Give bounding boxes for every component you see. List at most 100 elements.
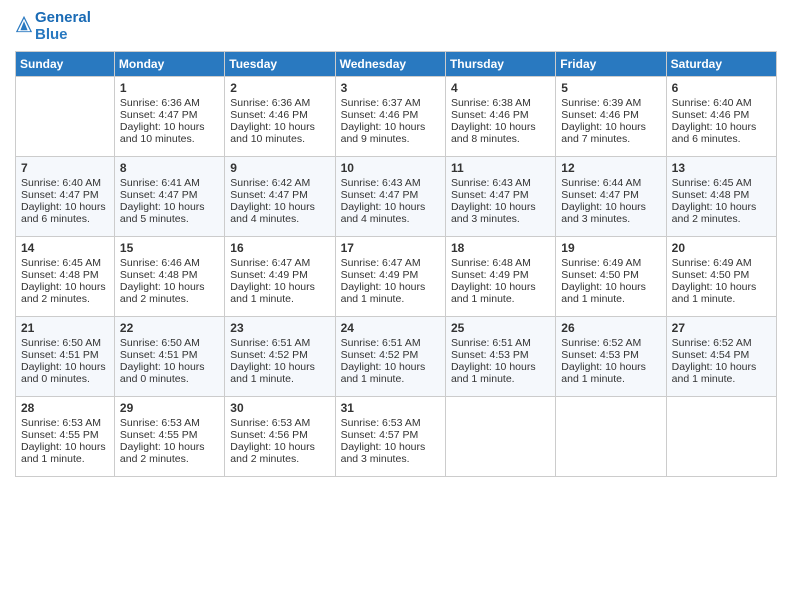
day-info: Daylight: 10 hours and 2 minutes. <box>21 281 109 305</box>
day-info: Sunrise: 6:47 AM <box>341 257 440 269</box>
calendar-cell: 29Sunrise: 6:53 AMSunset: 4:55 PMDayligh… <box>114 397 224 477</box>
day-info: Sunset: 4:54 PM <box>672 349 771 361</box>
day-info: Daylight: 10 hours and 1 minute. <box>561 281 660 305</box>
calendar-cell <box>556 397 666 477</box>
col-header-wednesday: Wednesday <box>335 52 445 77</box>
day-info: Daylight: 10 hours and 1 minute. <box>21 441 109 465</box>
calendar-cell: 3Sunrise: 6:37 AMSunset: 4:46 PMDaylight… <box>335 77 445 157</box>
day-info: Daylight: 10 hours and 3 minutes. <box>451 201 550 225</box>
day-info: Sunset: 4:57 PM <box>341 429 440 441</box>
day-info: Sunrise: 6:53 AM <box>120 417 219 429</box>
day-number: 27 <box>672 321 771 335</box>
day-number: 26 <box>561 321 660 335</box>
day-number: 9 <box>230 161 329 175</box>
week-row: 28Sunrise: 6:53 AMSunset: 4:55 PMDayligh… <box>16 397 777 477</box>
calendar-cell: 18Sunrise: 6:48 AMSunset: 4:49 PMDayligh… <box>445 237 555 317</box>
day-info: Sunset: 4:49 PM <box>230 269 329 281</box>
calendar-cell: 6Sunrise: 6:40 AMSunset: 4:46 PMDaylight… <box>666 77 776 157</box>
day-info: Sunset: 4:53 PM <box>451 349 550 361</box>
day-info: Daylight: 10 hours and 4 minutes. <box>230 201 329 225</box>
calendar-cell: 21Sunrise: 6:50 AMSunset: 4:51 PMDayligh… <box>16 317 115 397</box>
day-info: Daylight: 10 hours and 1 minute. <box>341 281 440 305</box>
day-info: Sunrise: 6:36 AM <box>120 97 219 109</box>
calendar-cell: 24Sunrise: 6:51 AMSunset: 4:52 PMDayligh… <box>335 317 445 397</box>
day-info: Sunset: 4:52 PM <box>341 349 440 361</box>
day-number: 21 <box>21 321 109 335</box>
day-info: Sunrise: 6:39 AM <box>561 97 660 109</box>
week-row: 14Sunrise: 6:45 AMSunset: 4:48 PMDayligh… <box>16 237 777 317</box>
day-info: Sunrise: 6:52 AM <box>561 337 660 349</box>
day-number: 3 <box>341 81 440 95</box>
day-info: Sunrise: 6:44 AM <box>561 177 660 189</box>
day-info: Sunset: 4:47 PM <box>120 189 219 201</box>
calendar-cell: 22Sunrise: 6:50 AMSunset: 4:51 PMDayligh… <box>114 317 224 397</box>
day-number: 13 <box>672 161 771 175</box>
col-header-sunday: Sunday <box>16 52 115 77</box>
day-info: Sunset: 4:47 PM <box>561 189 660 201</box>
day-info: Sunset: 4:48 PM <box>672 189 771 201</box>
day-info: Daylight: 10 hours and 10 minutes. <box>230 121 329 145</box>
day-info: Sunrise: 6:42 AM <box>230 177 329 189</box>
day-info: Sunrise: 6:38 AM <box>451 97 550 109</box>
day-number: 10 <box>341 161 440 175</box>
day-info: Daylight: 10 hours and 2 minutes. <box>230 441 329 465</box>
day-info: Sunrise: 6:47 AM <box>230 257 329 269</box>
day-info: Sunrise: 6:43 AM <box>451 177 550 189</box>
day-info: Sunset: 4:56 PM <box>230 429 329 441</box>
day-info: Sunset: 4:47 PM <box>341 189 440 201</box>
day-info: Sunset: 4:55 PM <box>21 429 109 441</box>
day-number: 15 <box>120 241 219 255</box>
day-info: Sunrise: 6:49 AM <box>561 257 660 269</box>
day-info: Sunset: 4:48 PM <box>21 269 109 281</box>
day-info: Daylight: 10 hours and 10 minutes. <box>120 121 219 145</box>
day-info: Sunset: 4:50 PM <box>561 269 660 281</box>
day-info: Sunset: 4:55 PM <box>120 429 219 441</box>
col-header-tuesday: Tuesday <box>225 52 335 77</box>
day-info: Daylight: 10 hours and 5 minutes. <box>120 201 219 225</box>
day-info: Sunrise: 6:50 AM <box>120 337 219 349</box>
calendar-cell: 8Sunrise: 6:41 AMSunset: 4:47 PMDaylight… <box>114 157 224 237</box>
calendar-cell: 27Sunrise: 6:52 AMSunset: 4:54 PMDayligh… <box>666 317 776 397</box>
day-info: Daylight: 10 hours and 2 minutes. <box>672 201 771 225</box>
day-info: Daylight: 10 hours and 7 minutes. <box>561 121 660 145</box>
day-number: 6 <box>672 81 771 95</box>
day-info: Sunset: 4:48 PM <box>120 269 219 281</box>
day-info: Daylight: 10 hours and 1 minute. <box>230 361 329 385</box>
day-info: Sunrise: 6:40 AM <box>21 177 109 189</box>
day-number: 20 <box>672 241 771 255</box>
day-number: 30 <box>230 401 329 415</box>
day-info: Sunset: 4:47 PM <box>230 189 329 201</box>
day-info: Sunrise: 6:51 AM <box>451 337 550 349</box>
week-row: 1Sunrise: 6:36 AMSunset: 4:47 PMDaylight… <box>16 77 777 157</box>
calendar-cell: 25Sunrise: 6:51 AMSunset: 4:53 PMDayligh… <box>445 317 555 397</box>
day-number: 29 <box>120 401 219 415</box>
calendar-cell: 12Sunrise: 6:44 AMSunset: 4:47 PMDayligh… <box>556 157 666 237</box>
day-info: Sunset: 4:51 PM <box>120 349 219 361</box>
calendar-cell: 19Sunrise: 6:49 AMSunset: 4:50 PMDayligh… <box>556 237 666 317</box>
day-info: Sunset: 4:51 PM <box>21 349 109 361</box>
day-number: 12 <box>561 161 660 175</box>
col-header-thursday: Thursday <box>445 52 555 77</box>
day-info: Sunrise: 6:49 AM <box>672 257 771 269</box>
day-number: 31 <box>341 401 440 415</box>
calendar-cell: 31Sunrise: 6:53 AMSunset: 4:57 PMDayligh… <box>335 397 445 477</box>
day-number: 23 <box>230 321 329 335</box>
calendar-cell: 4Sunrise: 6:38 AMSunset: 4:46 PMDaylight… <box>445 77 555 157</box>
day-info: Sunrise: 6:51 AM <box>341 337 440 349</box>
day-number: 16 <box>230 241 329 255</box>
day-info: Daylight: 10 hours and 0 minutes. <box>120 361 219 385</box>
day-info: Sunrise: 6:40 AM <box>672 97 771 109</box>
day-info: Daylight: 10 hours and 1 minute. <box>672 361 771 385</box>
day-info: Daylight: 10 hours and 4 minutes. <box>341 201 440 225</box>
calendar-cell: 28Sunrise: 6:53 AMSunset: 4:55 PMDayligh… <box>16 397 115 477</box>
day-info: Daylight: 10 hours and 1 minute. <box>451 281 550 305</box>
day-number: 4 <box>451 81 550 95</box>
day-info: Sunset: 4:46 PM <box>230 109 329 121</box>
calendar-cell: 15Sunrise: 6:46 AMSunset: 4:48 PMDayligh… <box>114 237 224 317</box>
calendar-cell: 13Sunrise: 6:45 AMSunset: 4:48 PMDayligh… <box>666 157 776 237</box>
day-info: Daylight: 10 hours and 6 minutes. <box>672 121 771 145</box>
day-info: Daylight: 10 hours and 1 minute. <box>341 361 440 385</box>
calendar-cell <box>445 397 555 477</box>
week-row: 7Sunrise: 6:40 AMSunset: 4:47 PMDaylight… <box>16 157 777 237</box>
col-header-friday: Friday <box>556 52 666 77</box>
